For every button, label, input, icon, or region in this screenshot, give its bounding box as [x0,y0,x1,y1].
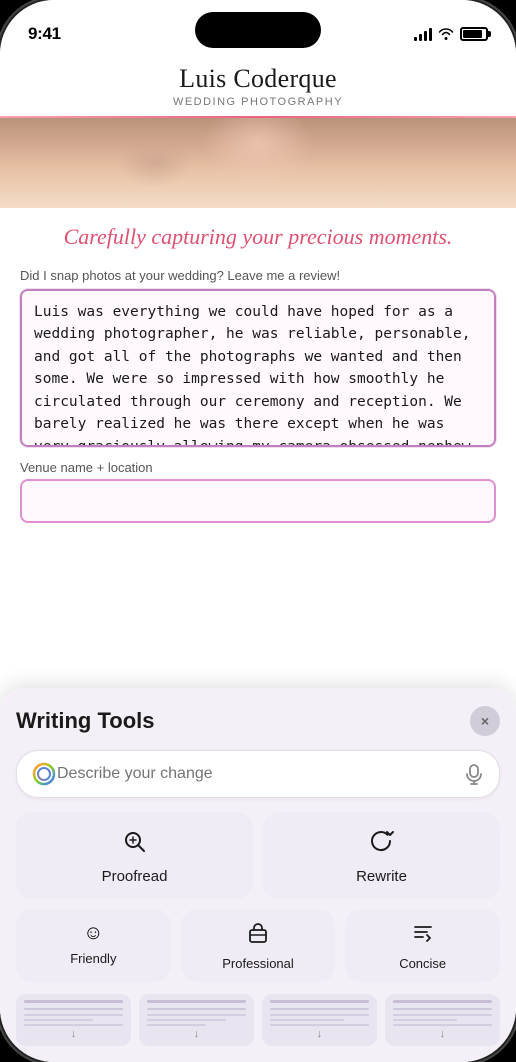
friendly-icon: ☺ [83,922,103,945]
apple-intelligence-icon [31,761,57,787]
signal-icon [414,27,432,41]
writing-tools-search-bar[interactable] [16,750,500,798]
professional-icon [247,922,269,950]
phone-frame: 9:41 Luis Coderque W [0,0,516,1062]
thumb-lines-2 [147,1014,246,1026]
page-tagline: Carefully capturing your precious moment… [0,208,516,262]
thumb-arrow-4: ↓ [440,1028,446,1040]
site-subtitle: Wedding Photography [20,96,496,108]
writing-tools-main-row: Proofread Rewrite [16,812,500,899]
status-time: 9:41 [28,24,61,44]
concise-icon [412,922,434,950]
rewrite-button[interactable]: Rewrite [263,812,500,899]
battery-icon [460,27,488,41]
dynamic-island [195,12,321,48]
concise-label: Concise [399,956,446,971]
thumb-lines-3 [270,1014,369,1026]
thumbnail-3[interactable]: ↓ [262,994,377,1046]
writing-tools-search-input[interactable] [57,765,463,783]
thumbnail-2[interactable]: ↓ [139,994,254,1046]
rewrite-icon [369,828,395,860]
writing-tools-panel: Writing Tools × [0,688,516,1062]
thumbnail-4[interactable]: ↓ [385,994,500,1046]
concise-button[interactable]: Concise [345,909,500,982]
review-textarea[interactable]: Luis was everything we could have hoped … [20,289,496,447]
thumb-arrow-3: ↓ [317,1028,323,1040]
writing-tools-close-button[interactable]: × [470,706,500,736]
thumb-lines-1 [24,1014,123,1026]
professional-button[interactable]: Professional [181,909,336,982]
site-header: Luis Coderque Wedding Photography [0,54,516,116]
hero-image [0,118,516,208]
thumb-lines-4 [393,1014,492,1026]
writing-tools-thumbnails: ↓ ↓ ↓ [16,994,500,1046]
form-section: Did I snap photos at your wedding? Leave… [0,262,516,523]
proofread-icon [122,828,148,860]
writing-tools-tone-row: ☺ Friendly Professional [16,909,500,982]
rewrite-label: Rewrite [356,868,407,885]
mic-icon[interactable] [463,763,485,785]
venue-label: Venue name + location [20,460,496,475]
proofread-label: Proofread [102,868,168,885]
professional-label: Professional [222,956,294,971]
friendly-button[interactable]: ☺ Friendly [16,909,171,982]
friendly-label: Friendly [70,951,116,966]
writing-tools-title: Writing Tools [16,708,155,734]
status-icons [414,26,488,43]
thumb-arrow-2: ↓ [194,1028,200,1040]
review-form-label: Did I snap photos at your wedding? Leave… [20,268,496,283]
wifi-icon [438,26,454,43]
thumbnail-1[interactable]: ↓ [16,994,131,1046]
thumb-arrow-1: ↓ [71,1028,77,1040]
writing-tools-header: Writing Tools × [16,706,500,736]
page-content: Luis Coderque Wedding Photography Carefu… [0,54,516,1062]
venue-input[interactable] [20,479,496,523]
proofread-button[interactable]: Proofread [16,812,253,899]
site-title: Luis Coderque [20,64,496,94]
